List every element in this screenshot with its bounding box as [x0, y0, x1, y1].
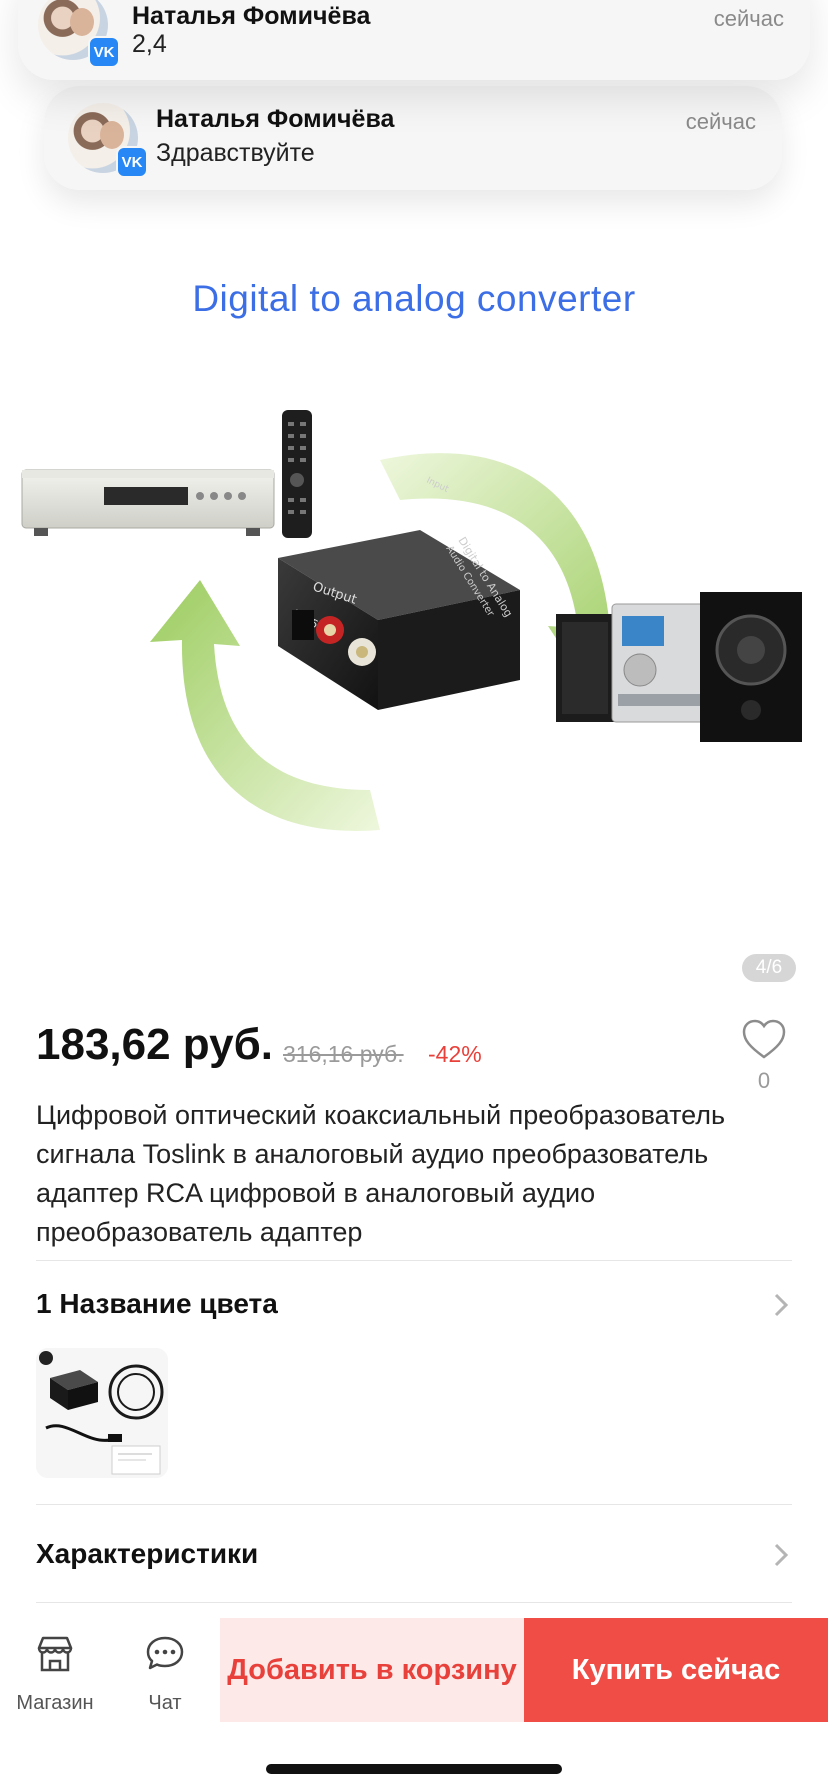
vk-icon: VK: [88, 36, 120, 68]
color-selector-row[interactable]: 1 Название цвета: [36, 1284, 792, 1324]
notification-time: сейчас: [685, 109, 756, 134]
divider: [36, 1602, 792, 1603]
notification-message: Здравствуйте: [156, 139, 315, 167]
chevron-right-icon: [774, 1293, 789, 1317]
old-price: 316,16 руб.: [283, 1041, 404, 1067]
divider: [36, 1260, 792, 1261]
divider: [36, 1504, 792, 1505]
chat-icon: [146, 1636, 184, 1670]
buy-now-button[interactable]: Купить сейчас: [524, 1618, 828, 1722]
chat-label: Чат: [148, 1692, 182, 1714]
shop-label: Магазин: [16, 1692, 94, 1714]
bottom-action-bar: Магазин Чат Добавить в корзину Купить се…: [0, 1618, 828, 1722]
chevron-right-icon: [774, 1543, 789, 1567]
color-option-image: [36, 1348, 168, 1478]
product-title: Цифровой оптический коаксиальный преобра…: [36, 1100, 726, 1247]
color-option-thumbnail[interactable]: [36, 1348, 168, 1478]
specs-section-label: Характеристики: [36, 1538, 259, 1569]
specs-row[interactable]: Характеристики: [36, 1534, 792, 1574]
notification-sender: Наталья Фомичёва: [156, 105, 395, 133]
chat-tab[interactable]: Чат: [110, 1618, 220, 1722]
product-image: Output DC/5 Digital to Analog Audio Conv…: [21, 410, 802, 831]
color-section-label: 1 Название цвета: [36, 1288, 278, 1319]
home-indicator[interactable]: [266, 1764, 562, 1774]
product-page: Digital to analog converter Output Digit…: [0, 0, 828, 1792]
shop-tab[interactable]: Магазин: [0, 1618, 110, 1722]
favorites-count: 0: [757, 1068, 771, 1093]
gallery-page-counter: 4/6: [742, 954, 796, 982]
heart-icon[interactable]: [740, 1016, 788, 1064]
notification-vk[interactable]: VK Наталья Фомичёва 2,4 сейчас: [18, 0, 810, 80]
notification-sender: Наталья Фомичёва: [132, 2, 371, 30]
vk-icon: VK: [116, 146, 148, 178]
add-to-cart-button[interactable]: Добавить в корзину: [220, 1618, 524, 1722]
discount-badge: -42%: [428, 1041, 482, 1067]
notification-message: 2,4: [132, 30, 167, 58]
notification-time: сейчас: [713, 6, 784, 31]
image-title: Digital to analog converter: [192, 278, 636, 319]
current-price: 183,62 руб.: [36, 1020, 273, 1069]
store-icon: [37, 1636, 73, 1672]
notification-vk[interactable]: VK Наталья Фомичёва Здравствуйте сейчас: [44, 86, 782, 190]
